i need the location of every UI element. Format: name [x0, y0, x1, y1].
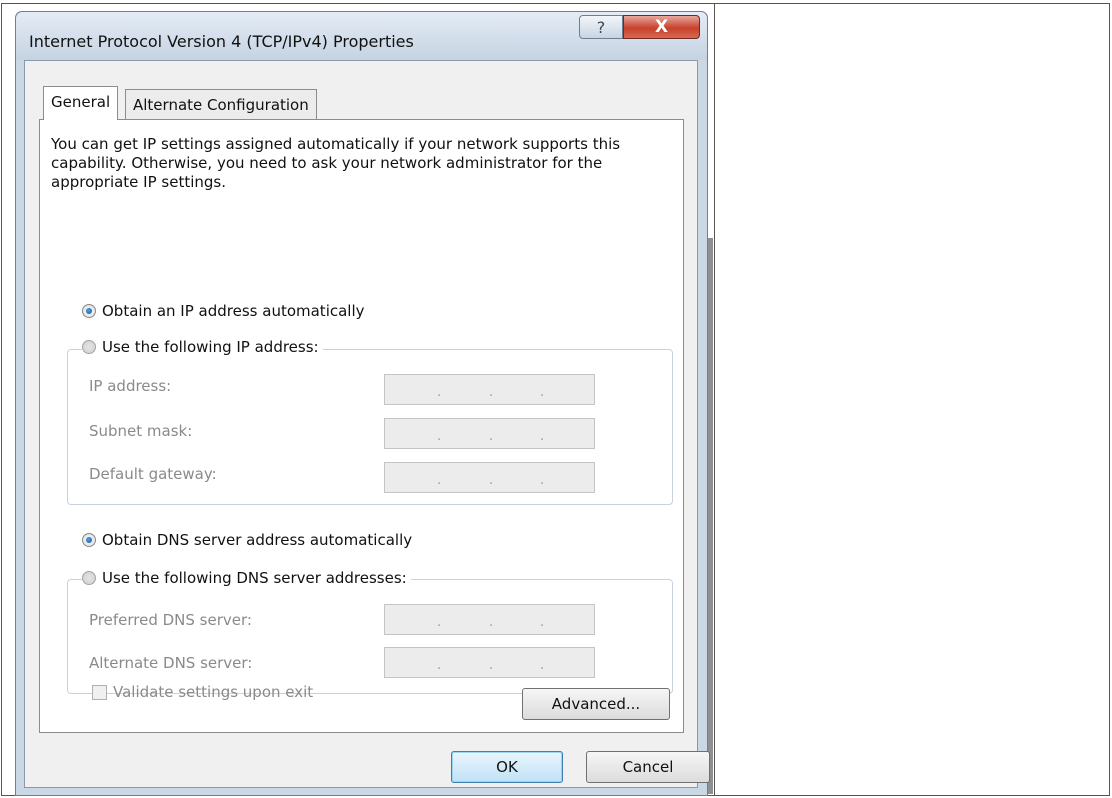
- octet-dot: .: [540, 615, 545, 630]
- obtain-ip-auto-radio[interactable]: Obtain an IP address automatically: [82, 302, 369, 320]
- preferred-dns-field[interactable]: . . .: [384, 604, 595, 635]
- octet-dot: .: [437, 429, 442, 444]
- title-bar[interactable]: Internet Protocol Version 4 (TCP/IPv4) P…: [16, 12, 707, 60]
- octet-dot: .: [437, 615, 442, 630]
- subnet-mask-label: Subnet mask:: [89, 422, 193, 440]
- octet-dot: .: [437, 473, 442, 488]
- obtain-dns-auto-radio[interactable]: Obtain DNS server address automatically: [82, 531, 417, 549]
- help-icon: ?: [596, 18, 606, 37]
- radio-selected-icon: [82, 304, 96, 318]
- octet-dot: .: [437, 385, 442, 400]
- cancel-button[interactable]: Cancel: [586, 751, 710, 783]
- frame-divider: [714, 3, 715, 796]
- octet-dot: .: [540, 473, 545, 488]
- octet-dot: .: [437, 658, 442, 673]
- obtain-ip-auto-label: Obtain an IP address automatically: [102, 302, 365, 320]
- octet-dot: .: [540, 429, 545, 444]
- ok-button[interactable]: OK: [451, 751, 563, 783]
- ip-address-field[interactable]: . . .: [384, 374, 595, 405]
- octet-dot: .: [489, 385, 494, 400]
- octet-dot: .: [489, 429, 494, 444]
- octet-dot: .: [489, 473, 494, 488]
- radio-unselected-icon: [82, 340, 96, 354]
- default-gateway-label: Default gateway:: [89, 465, 217, 483]
- tab-alternate-configuration[interactable]: Alternate Configuration: [125, 89, 317, 120]
- octet-dot: .: [540, 385, 545, 400]
- intro-text: You can get IP settings assigned automat…: [51, 135, 621, 191]
- close-button[interactable]: X: [623, 15, 700, 39]
- dialog-client-area: General Alternate Configuration You can …: [24, 60, 710, 788]
- use-following-ip-radio[interactable]: Use the following IP address:: [82, 338, 323, 356]
- tab-general[interactable]: General: [43, 86, 119, 120]
- alternate-dns-field[interactable]: . . .: [384, 647, 595, 678]
- default-gateway-field[interactable]: . . .: [384, 462, 595, 493]
- advanced-button[interactable]: Advanced...: [522, 688, 670, 720]
- validate-settings-label: Validate settings upon exit: [113, 683, 314, 701]
- use-following-dns-label: Use the following DNS server addresses:: [102, 569, 407, 587]
- close-icon: X: [654, 17, 669, 37]
- ip-address-label: IP address:: [89, 377, 172, 395]
- octet-dot: .: [489, 658, 494, 673]
- tcpip-properties-dialog: Internet Protocol Version 4 (TCP/IPv4) P…: [15, 11, 710, 796]
- use-following-dns-radio[interactable]: Use the following DNS server addresses:: [82, 569, 411, 587]
- octet-dot: .: [489, 615, 494, 630]
- validate-settings-checkbox[interactable]: Validate settings upon exit: [92, 683, 313, 701]
- obtain-dns-auto-label: Obtain DNS server address automatically: [102, 531, 413, 549]
- radio-selected-icon: [82, 533, 96, 547]
- preferred-dns-label: Preferred DNS server:: [89, 611, 252, 629]
- use-following-ip-label: Use the following IP address:: [102, 338, 319, 356]
- help-button[interactable]: ?: [579, 15, 623, 39]
- general-tab-panel: You can get IP settings assigned automat…: [39, 119, 684, 733]
- alternate-dns-label: Alternate DNS server:: [89, 654, 253, 672]
- subnet-mask-field[interactable]: . . .: [384, 418, 595, 449]
- checkbox-box: [92, 684, 107, 700]
- radio-unselected-icon: [82, 571, 96, 585]
- octet-dot: .: [540, 658, 545, 673]
- dialog-title: Internet Protocol Version 4 (TCP/IPv4) P…: [29, 32, 414, 51]
